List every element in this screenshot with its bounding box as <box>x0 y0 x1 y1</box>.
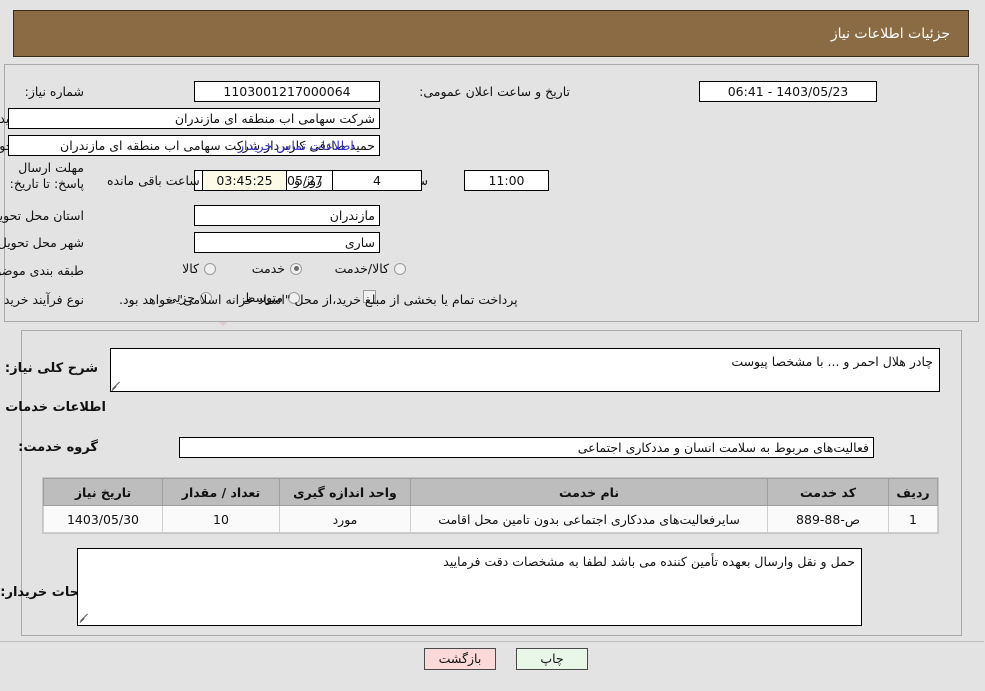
services-table: ردیف کد خدمت نام خدمت واحد اندازه گیری ت… <box>44 478 939 533</box>
services-table-wrapper: ردیف کد خدمت نام خدمت واحد اندازه گیری ت… <box>43 477 940 534</box>
col-header-name: نام خدمت <box>411 478 769 506</box>
back-button[interactable]: بازگشت <box>425 648 497 670</box>
city-value: ساری <box>195 232 381 253</box>
category-label: طبقه بندی موضوعی: <box>0 263 85 278</box>
province-label: استان محل تحویل: <box>0 208 85 223</box>
services-section-title: اطلاعات خدمات مورد نیاز <box>0 400 107 415</box>
need-number-label: شماره نیاز: <box>25 84 85 99</box>
table-row[interactable]: 1 ص-88-889 سایرفعالیت‌های مددکاری اجتماع… <box>44 505 939 533</box>
need-info-panel <box>5 64 980 322</box>
footer-divider <box>0 641 985 642</box>
remaining-days-unit-label: روز و <box>295 173 324 188</box>
cell-code: ص-88-889 <box>768 505 890 533</box>
announce-datetime-value: 1403/05/23 - 06:41 <box>700 81 878 102</box>
countdown-suffix-label: ساعت باقی مانده <box>108 173 201 188</box>
page-title: جزئیات اطلاعات نیاز <box>831 25 951 42</box>
cell-name: سایرفعالیت‌های مددکاری اجتماعی بدون تامی… <box>411 505 769 533</box>
col-header-code: کد خدمت <box>768 478 890 506</box>
need-number-value: 1103001217000064 <box>195 81 381 102</box>
col-header-unit: واحد اندازه گیری <box>280 478 412 506</box>
print-button[interactable]: چاپ <box>517 648 589 670</box>
cell-quantity: 10 <box>163 505 281 533</box>
service-group-label: گروه خدمت: <box>19 440 99 455</box>
buyer-contact-link[interactable]: اطلاعات تماس خریدار <box>239 138 355 153</box>
table-header-row: ردیف کد خدمت نام خدمت واحد اندازه گیری ت… <box>44 478 939 506</box>
announce-datetime-label: تاریخ و ساعت اعلان عمومی: <box>420 84 571 99</box>
treasury-bond-label: پرداخت تمام یا بخشی از مبلغ خرید،از محل … <box>120 292 519 307</box>
col-header-quantity: تعداد / مقدار <box>163 478 281 506</box>
cell-unit: مورد <box>280 505 412 533</box>
countdown-timer-value: 03:45:25 <box>203 170 288 191</box>
category-option-label-1: خدمت <box>252 261 286 276</box>
general-desc-label: شرح کلی نیاز: <box>5 361 99 376</box>
category-radio-khedmat[interactable]: خدمت <box>253 261 303 276</box>
province-value: مازندران <box>195 205 381 226</box>
page-header: جزئیات اطلاعات نیاز <box>14 10 970 57</box>
buyer-notes-textarea[interactable]: حمل و نقل وارسال بعهده تأمین کننده می با… <box>78 548 863 626</box>
buyer-org-value: شرکت سهامی اب منطقه ای مازندران <box>9 108 381 129</box>
radio-indicator-kala[interactable] <box>205 262 217 275</box>
col-header-rowno: ردیف <box>889 478 939 506</box>
service-group-value: فعالیت‌های مربوط به سلامت انسان و مددکار… <box>180 437 875 458</box>
deadline-hour-value: 11:00 <box>465 170 550 191</box>
cell-rowno: 1 <box>889 505 939 533</box>
purchase-type-label: نوع فرآیند خرید : <box>0 292 85 307</box>
cell-date: 1403/05/30 <box>44 505 164 533</box>
general-desc-textarea[interactable]: چادر هلال احمر و ... با مشخصا پیوست <box>111 348 941 392</box>
radio-indicator-khedmat[interactable] <box>291 262 303 275</box>
category-radio-kala[interactable]: کالا <box>183 261 217 276</box>
radio-indicator-kala-khedmat[interactable] <box>395 262 407 275</box>
remaining-days-value: 4 <box>333 170 423 191</box>
category-radio-kala-khedmat[interactable]: کالا/خدمت <box>336 261 407 276</box>
col-header-date: تاریخ نیاز <box>44 478 164 506</box>
category-option-label-2: کالا/خدمت <box>335 261 390 276</box>
city-label: شهر محل تحویل: <box>0 235 85 250</box>
category-option-label-0: کالا <box>183 261 200 276</box>
deadline-label: مهلت ارسال پاسخ: تا تاریخ: <box>10 160 85 191</box>
